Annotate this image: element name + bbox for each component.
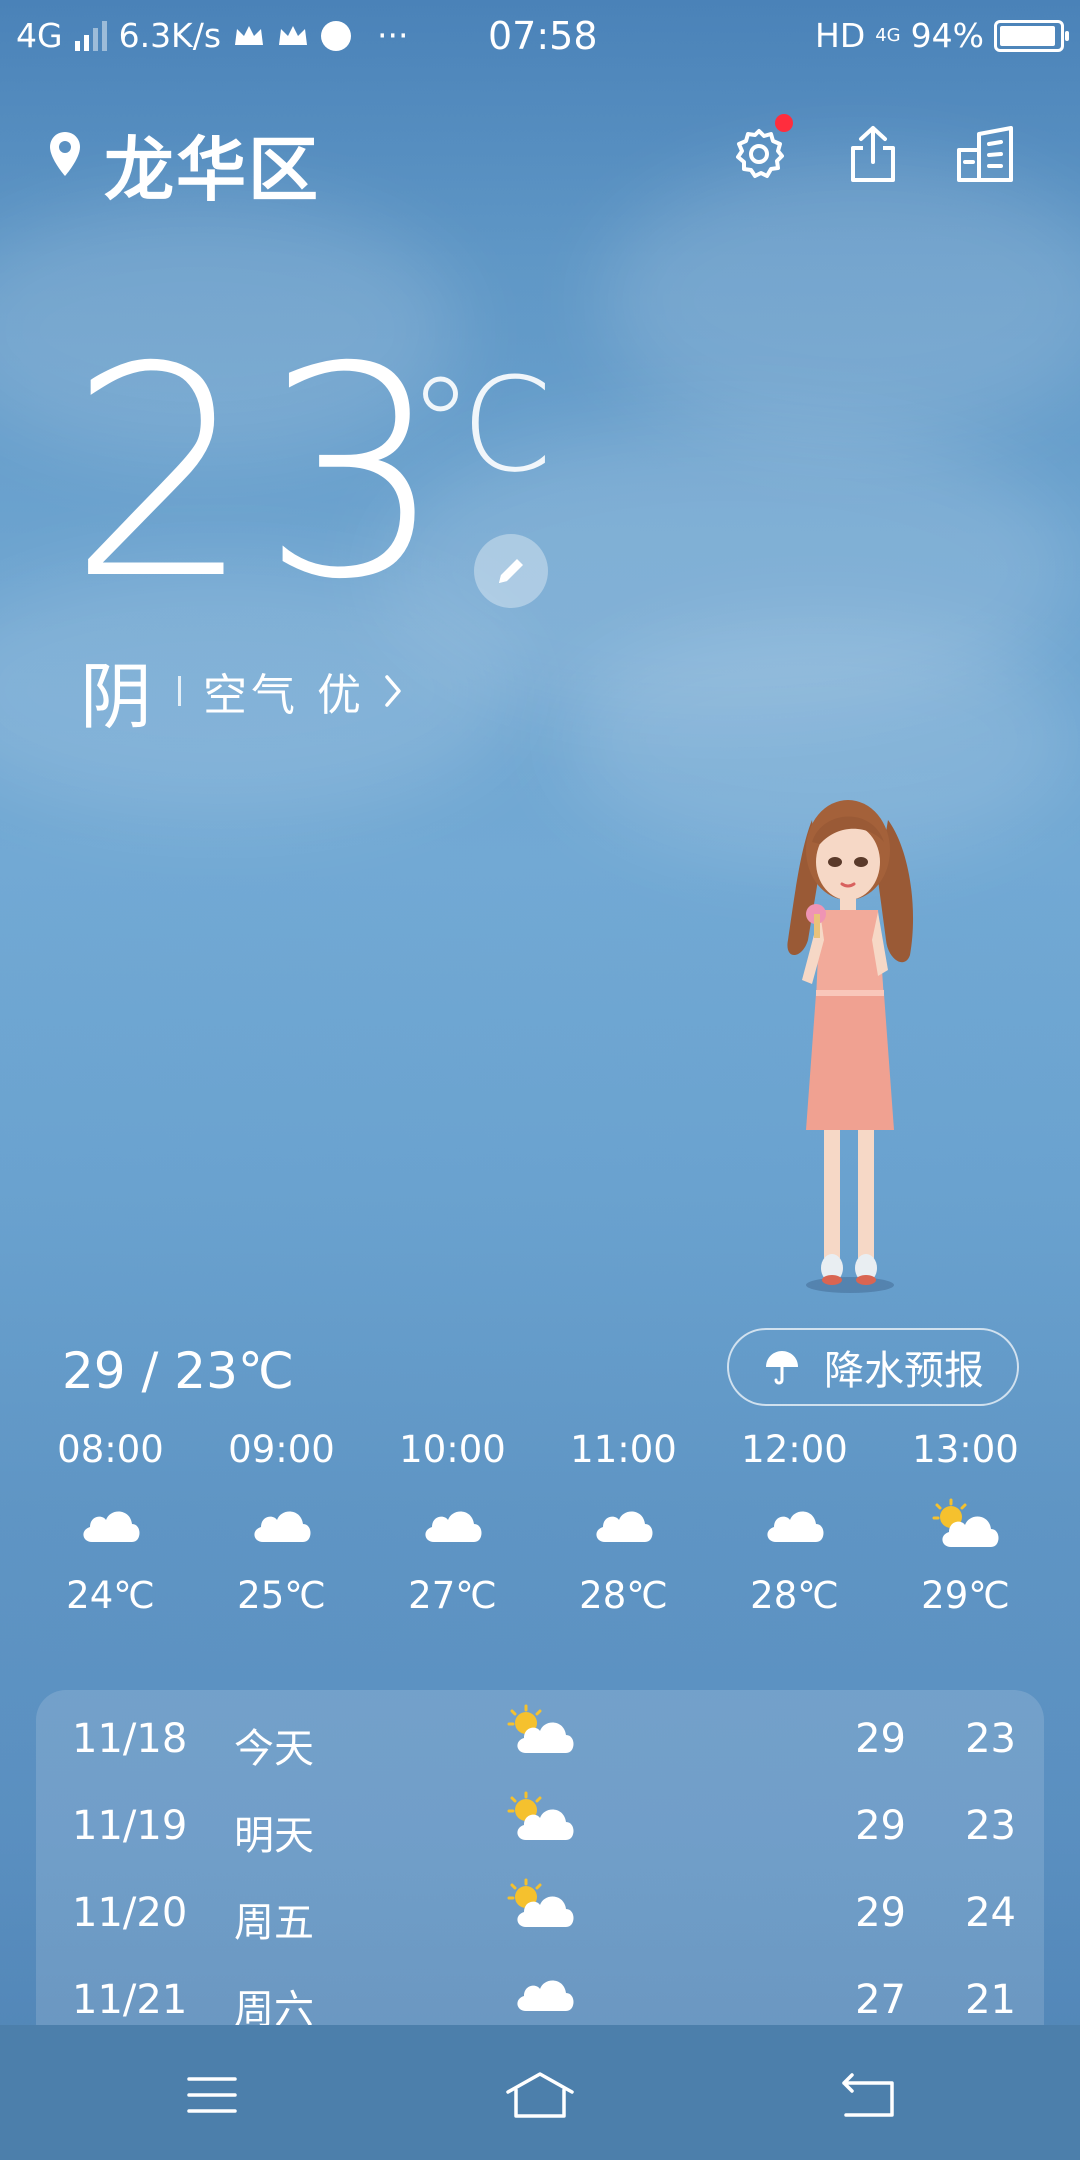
network-speed: 6.3K/s [118,16,222,55]
location-title[interactable]: 龙华区 [104,114,320,215]
share-button[interactable] [837,118,909,190]
weather-condition: 阴 [80,655,153,739]
hour-temperature: 28℃ [750,1574,839,1617]
chevron-right-icon [385,674,401,707]
daily-row[interactable]: 11/19 明天 29 23 [36,1785,1044,1872]
cloudy-icon [766,1511,823,1542]
cloudy-icon [595,1511,652,1542]
day-name: 周六 [234,1987,314,2025]
hourly-item: 10:00 27℃ [367,1428,538,1617]
hour-time: 10:00 [399,1428,506,1471]
day-low-temp: 23 [965,1803,1016,1849]
day-low-temp: 21 [965,1977,1016,2023]
crown-icon [235,25,264,45]
daily-row[interactable]: 11/21 周六 27 21 [36,1959,1044,2025]
pencil-icon [499,559,523,583]
day-date: 11/21 [72,1977,188,2023]
edit-button[interactable] [474,534,548,608]
hour-temperature: 25℃ [237,1574,326,1617]
current-temperature: 23 [68,306,454,643]
cloudy-icon [253,1511,310,1542]
day-high-temp: 29 [855,1716,906,1762]
hour-temperature: 24℃ [66,1574,155,1617]
notification-dot [775,114,793,132]
partly-cloudy-icon [507,1791,574,1840]
network-small: 4G [875,25,901,46]
daily-row[interactable]: 11/20 周五 29 24 [36,1872,1044,1959]
signal-icon [74,20,107,51]
precipitation-forecast-label: 降水预报 [824,1348,984,1394]
temperature-unit: ℃ [408,349,554,501]
day-date: 11/19 [72,1803,188,1849]
day-name: 今天 [234,1726,314,1772]
partly-cloudy-icon [507,1878,574,1927]
umbrella-icon [766,1351,798,1385]
hour-temperature: 28℃ [579,1574,668,1617]
day-name: 周五 [234,1900,314,1946]
daily-row[interactable]: 11/18 今天 29 23 [36,1698,1044,1785]
precipitation-forecast-button[interactable]: 降水预报 [727,1328,1019,1406]
cloudy-icon [82,1511,139,1542]
header: 龙华区 [0,110,1080,211]
day-date: 11/20 [72,1890,188,1936]
settings-button[interactable] [723,114,795,190]
battery-percent: 94% [910,16,984,55]
day-low-temp: 23 [965,1716,1016,1762]
hour-time: 08:00 [57,1428,164,1471]
city-management-button[interactable] [950,118,1022,190]
back-button[interactable] [828,2055,908,2135]
condition-line: 阴 空气 优 [80,638,403,743]
menu-icon [187,2077,237,2113]
partly-cloudy-icon [507,1704,574,1753]
hd-indicator: HD [815,16,866,55]
share-icon [851,126,895,182]
day-date: 11/18 [72,1716,188,1762]
day-low-temp: 24 [965,1890,1016,1936]
hourly-item: 11:00 28℃ [538,1428,709,1617]
navigation-bar [0,2025,1080,2160]
air-quality-text: 空气 优 [203,669,366,721]
hourly-item: 12:00 28℃ [709,1428,880,1617]
settings-icon [736,129,784,178]
day-high-temp: 29 [855,1890,906,1936]
day-name: 明天 [234,1813,314,1859]
daily-forecast-card[interactable]: 11/18 今天 29 23 11/19 明天 29 23 11/20 周五 2… [36,1690,1044,2025]
hour-temperature: 27℃ [408,1574,497,1617]
divider [178,675,182,706]
battery-icon [994,19,1069,52]
hour-time: 09:00 [228,1428,335,1471]
hourly-item: 13:00 29℃ [880,1428,1051,1617]
status-bar: 4G 6.3K/s ··· 07:58 HD 4G 94% [0,0,1080,72]
air-quality-link[interactable]: 空气 优 [203,659,403,723]
day-high-temp: 27 [855,1977,906,2023]
hour-temperature: 29℃ [921,1574,1010,1617]
hour-time: 13:00 [912,1428,1019,1471]
network-type: 4G [16,16,63,55]
cloudy-icon [517,1980,574,2011]
city-management-icon [957,126,1013,182]
back-icon [842,2073,894,2117]
crown-icon [279,25,308,45]
hour-time: 11:00 [570,1428,677,1471]
more-notifications-icon: ··· [377,16,409,55]
clock: 07:58 [488,14,598,58]
menu-button[interactable] [172,2055,252,2135]
day-high-temp: 29 [855,1803,906,1849]
character-illustration [787,800,914,1293]
hourly-item: 09:00 25℃ [196,1428,367,1617]
cloudy-icon [424,1511,481,1542]
home-button[interactable] [500,2055,580,2135]
app-notification-icon [321,20,352,51]
partly-cloudy-icon [932,1498,998,1547]
hour-time: 12:00 [741,1428,848,1471]
location-pin-icon [50,132,80,176]
hourly-item: 08:00 24℃ [25,1428,196,1617]
today-temperature-range: 29 / 23℃ [62,1342,295,1400]
home-icon [506,2072,574,2118]
hourly-forecast[interactable]: 08:00 24℃ 09:00 25℃ 10:00 27℃ 11:00 28℃ … [0,1428,1080,1617]
